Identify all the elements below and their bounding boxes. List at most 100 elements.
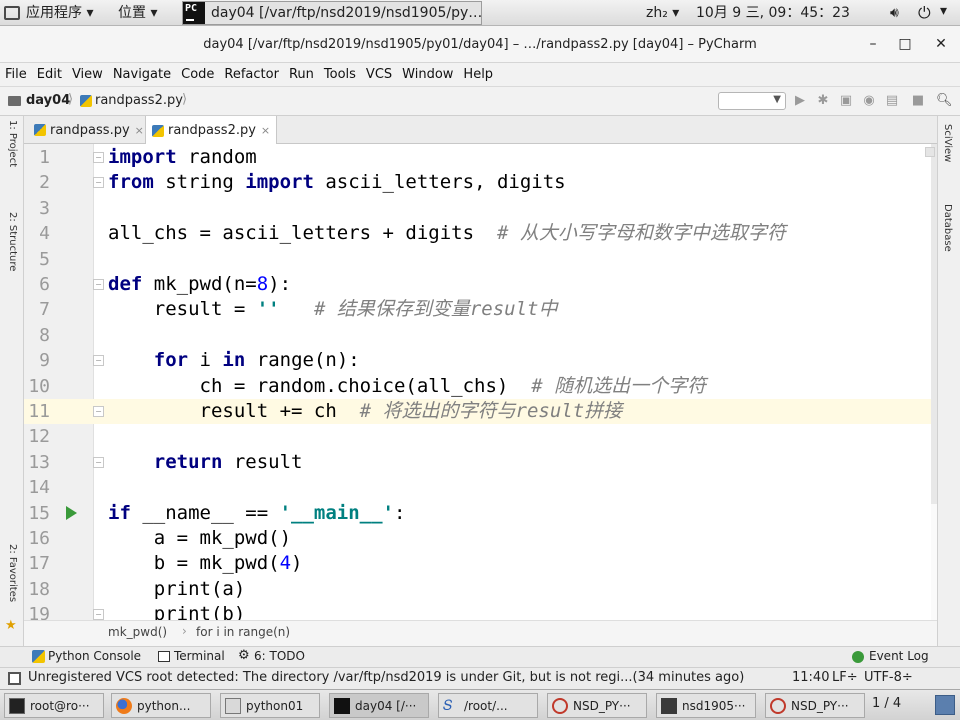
workspace-switcher-icon[interactable] <box>935 695 955 715</box>
task-python-shell[interactable]: 𝑆 /root/... <box>438 693 538 718</box>
file-encoding[interactable]: UTF-8÷ <box>864 670 913 685</box>
menu-code[interactable]: Code <box>176 67 219 82</box>
close-icon[interactable]: × <box>135 124 144 137</box>
tool-windows-toggle-icon[interactable] <box>8 672 21 685</box>
task-document-1[interactable]: NSD_PY··· <box>547 693 647 718</box>
menu-navigate[interactable]: Navigate <box>108 67 176 82</box>
tab-randpass[interactable]: randpass.py × <box>28 116 150 144</box>
current-code-line: 11 − result += ch # 将选出的字符与result拼接 <box>24 399 937 425</box>
menu-run[interactable]: Run <box>284 67 319 82</box>
tab-randpass2[interactable]: randpass2.py × <box>145 116 278 145</box>
inspection-status-icon[interactable] <box>925 147 935 157</box>
line-number: 2 <box>39 172 50 194</box>
menu-file[interactable]: File <box>0 67 32 82</box>
search-icon[interactable]: 🔍︎ <box>936 93 953 109</box>
menu-vcs[interactable]: VCS <box>361 67 397 82</box>
fold-icon[interactable]: − <box>93 279 104 290</box>
code-text: print(a) <box>108 577 246 600</box>
terminal-button[interactable]: Terminal <box>174 649 225 663</box>
task-firefox[interactable]: python... <box>111 693 211 718</box>
code-line: 4 all_chs = ascii_letters + digits # 从大小… <box>24 221 937 246</box>
structure-tool-tab[interactable]: 2: Structure <box>7 212 18 271</box>
task-file-manager[interactable]: python01 <box>220 693 320 718</box>
applications-icon[interactable] <box>4 6 20 20</box>
event-log-button[interactable]: Event Log <box>869 649 929 663</box>
menu-help[interactable]: Help <box>458 67 498 82</box>
fold-icon[interactable]: − <box>93 456 104 468</box>
debug-icon[interactable]: ✱ <box>815 93 831 109</box>
fold-icon[interactable]: − <box>93 152 104 163</box>
menu-tools[interactable]: Tools <box>319 67 361 82</box>
workspace-indicator[interactable]: 1 / 4 <box>872 696 901 711</box>
task-pycharm[interactable]: day04 [/··· <box>329 693 429 718</box>
chevron-down-icon: ▼ <box>773 94 781 105</box>
fold-icon[interactable]: − <box>93 355 104 367</box>
python-console-button[interactable]: Python Console <box>48 649 141 663</box>
code-line: 3 <box>24 196 937 221</box>
pycharm-icon: PC <box>183 2 205 24</box>
window-titlebar: day04 [/var/ftp/nsd2019/nsd1905/py01/day… <box>0 26 960 63</box>
breadcrumb-end-icon: ⟩ <box>182 92 188 107</box>
fold-icon[interactable]: − <box>93 177 104 189</box>
event-log-icon <box>852 651 864 663</box>
system-taskbar: root@ro··· python... python01 day04 [/··… <box>0 689 960 720</box>
code-editor[interactable]: 1 − import random 2 − from string import… <box>24 144 937 620</box>
task-terminal[interactable]: root@ro··· <box>4 693 104 718</box>
power-menu-chevron-icon[interactable]: ▾ <box>940 3 947 19</box>
python-file-icon <box>80 95 92 107</box>
applications-menu[interactable]: 应用程序 ▾ <box>26 0 93 26</box>
close-icon[interactable]: × <box>261 124 270 137</box>
menu-refactor[interactable]: Refactor <box>219 67 284 82</box>
database-tool-tab[interactable]: Database <box>942 204 953 252</box>
project-tool-tab[interactable]: 1: Project <box>7 120 18 167</box>
breadcrumb-project[interactable]: day04 <box>26 93 70 108</box>
volume-icon[interactable]: 🔊︎ <box>890 5 899 21</box>
coverage-icon[interactable]: ▣ <box>838 93 854 109</box>
fold-icon[interactable]: − <box>93 406 104 417</box>
places-menu[interactable]: 位置 ▾ <box>118 0 157 26</box>
caret-position[interactable]: 11:40 <box>792 670 829 685</box>
input-method-indicator[interactable]: zh₂ ▾ <box>646 0 679 26</box>
line-number: 12 <box>28 426 50 448</box>
vertical-scrollbar[interactable] <box>931 144 937 504</box>
minimize-button[interactable]: – <box>860 32 886 56</box>
line-number: 15 <box>28 502 50 524</box>
maximize-button[interactable]: □ <box>892 32 918 56</box>
code-line: 13 − return result <box>24 450 937 475</box>
profile-icon[interactable]: ◉ <box>861 93 877 109</box>
status-message[interactable]: Unregistered VCS root detected: The dire… <box>28 670 768 685</box>
right-tool-stripe <box>937 116 960 646</box>
breadcrumb-file[interactable]: randpass2.py <box>95 93 183 108</box>
window-title: day04 [/var/ftp/nsd2019/nsd1905/py01/day… <box>203 37 757 52</box>
stop-icon[interactable]: ■ <box>910 93 926 109</box>
code-line: 9 − for i in range(n): <box>24 348 937 373</box>
concurrency-icon[interactable]: ▤ <box>884 93 900 109</box>
menu-edit[interactable]: Edit <box>32 67 67 82</box>
breadcrumb-loop[interactable]: for i in range(n) <box>196 625 290 639</box>
clock[interactable]: 10月 9 三, 09：45：23 <box>696 0 850 26</box>
power-icon[interactable]: ⏻ <box>918 3 931 23</box>
line-number: 11 <box>28 401 50 422</box>
close-button[interactable]: ✕ <box>928 32 954 56</box>
menu-view[interactable]: View <box>67 67 108 82</box>
tab-label: randpass2.py <box>168 123 256 138</box>
run-gutter-icon[interactable] <box>66 505 77 520</box>
sciview-tool-tab[interactable]: SciView <box>942 124 953 162</box>
task-document-2[interactable]: NSD_PY··· <box>765 693 865 718</box>
breadcrumb-function[interactable]: mk_pwd() <box>108 625 167 639</box>
line-separator[interactable]: LF÷ <box>832 670 858 685</box>
active-window-button[interactable]: PC day04 [/var/ftp/nsd2019/nsd1905/py… ▼ <box>182 1 482 25</box>
todo-icon: ⚙ <box>238 648 250 663</box>
menu-window[interactable]: Window <box>397 67 458 82</box>
line-number: 1 <box>39 147 50 168</box>
code-text: b = mk_pwd(4) <box>108 552 303 575</box>
run-icon[interactable]: ▶ <box>792 93 808 109</box>
code-text: print(b) <box>108 603 246 620</box>
active-window-title: day04 [/var/ftp/nsd2019/nsd1905/py… <box>211 5 482 21</box>
fold-icon[interactable]: − <box>93 609 104 620</box>
task-label: day04 [/··· <box>355 698 417 713</box>
task-image-viewer[interactable]: nsd1905··· <box>656 693 756 718</box>
favorites-tool-tab[interactable]: 2: Favorites <box>7 544 18 602</box>
run-configuration-select[interactable]: ▼ <box>718 92 786 110</box>
todo-button[interactable]: 6: TODO <box>254 649 305 663</box>
